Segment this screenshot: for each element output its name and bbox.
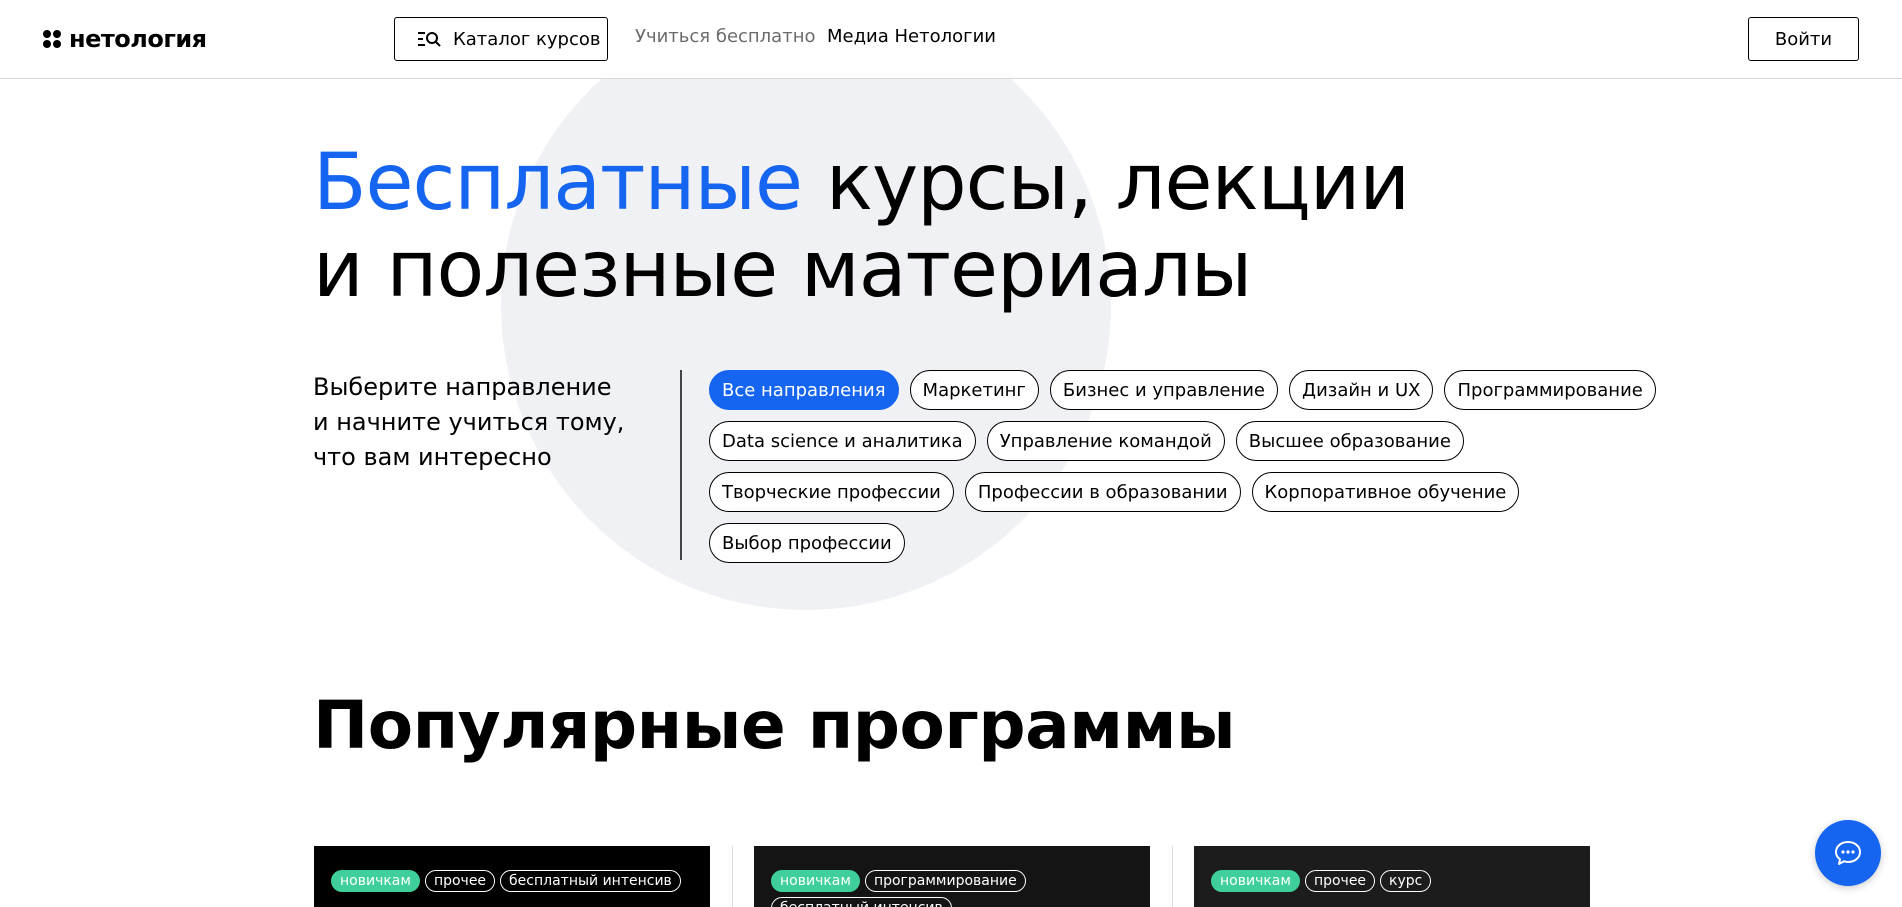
- popular-programs-title: Популярные программы: [313, 687, 1236, 764]
- direction-chip[interactable]: Дизайн и UX: [1289, 370, 1434, 410]
- direction-chip[interactable]: Бизнес и управление: [1049, 370, 1278, 410]
- logo-text: нетология: [69, 25, 207, 53]
- card-tag: бесплатный интенсив: [500, 870, 681, 892]
- direction-chip[interactable]: Творческие профессии: [709, 472, 954, 512]
- program-card[interactable]: новичкам прочее курс: [1194, 846, 1590, 907]
- vertical-divider: [680, 370, 682, 560]
- direction-chip[interactable]: Управление командой: [986, 421, 1225, 461]
- hero-intro-line: что вам интересно: [313, 443, 552, 471]
- card-tag: прочее: [424, 870, 496, 892]
- direction-row: Выбор профессии: [709, 523, 1609, 563]
- direction-chip[interactable]: Профессии в образовании: [964, 472, 1241, 512]
- site-header: нетология Каталог курсов Учиться бесплат…: [0, 0, 1902, 79]
- hero-intro: Выберите направление и начните учиться т…: [313, 370, 653, 475]
- card-separator: [1172, 846, 1173, 907]
- card-tag: новичкам: [331, 870, 420, 892]
- program-card[interactable]: новичкам прочее бесплатный интенсив: [314, 846, 710, 907]
- hero-intro-line: Выберите направление: [313, 373, 612, 401]
- logo[interactable]: нетология: [43, 24, 207, 54]
- card-tag: новичкам: [1211, 870, 1300, 892]
- direction-filters: Все направления Маркетинг Бизнес и управле…: [709, 370, 1656, 574]
- card-tag: новичкам: [771, 870, 860, 892]
- card-tags: новичкам прочее курс: [1211, 870, 1571, 897]
- direction-chip[interactable]: Data science и аналитика: [709, 421, 976, 461]
- catalog-search-icon: [418, 32, 441, 47]
- catalog-button[interactable]: Каталог курсов: [394, 17, 608, 61]
- card-tags: новичкампрограммирование бесплатный интен…: [771, 870, 1131, 907]
- nav-link-free[interactable]: Учиться бесплатно: [635, 26, 815, 47]
- catalog-button-label: Каталог курсов: [453, 28, 601, 50]
- hero-title-rest: курсы, лекции: [802, 138, 1410, 228]
- hero-title-line2: и полезные материалы: [313, 225, 1252, 315]
- hero-intro-line: и начните учиться тому,: [313, 408, 625, 436]
- direction-chip[interactable]: Высшее образование: [1235, 421, 1464, 461]
- card-tags: новичкам прочее бесплатный интенсив: [331, 870, 691, 897]
- direction-chip[interactable]: Выбор профессии: [709, 523, 905, 563]
- direction-chip[interactable]: Все направления: [709, 370, 899, 410]
- card-tag: курс: [1380, 870, 1432, 892]
- direction-chip[interactable]: Маркетинг: [909, 370, 1039, 410]
- direction-row: Все направления Маркетинг Бизнес и управле…: [709, 370, 1656, 410]
- direction-row: Data science и аналитика Управление коман…: [709, 421, 1609, 461]
- hero-title: Бесплатные курсы, лекции и полезные мате…: [313, 138, 1410, 315]
- chat-icon: [1835, 841, 1861, 865]
- hero-title-accent: Бесплатные: [313, 138, 803, 228]
- login-button[interactable]: Войти: [1748, 17, 1859, 61]
- card-tag: бесплатный интенсив: [771, 897, 952, 907]
- direction-chip[interactable]: Программирование: [1444, 370, 1656, 410]
- direction-chip[interactable]: Корпоративное обучение: [1251, 472, 1520, 512]
- program-card[interactable]: новичкампрограммирование бесплатный интен…: [754, 846, 1150, 907]
- direction-row: Творческие профессии Профессии в образова…: [709, 472, 1609, 512]
- card-separator: [732, 846, 733, 907]
- chat-button[interactable]: [1815, 820, 1881, 886]
- card-tag: прочее: [1304, 870, 1376, 892]
- nav-link-media[interactable]: Медиа Нетологии: [827, 26, 996, 47]
- logo-mark-icon: [43, 30, 61, 48]
- card-tag: программирование: [864, 870, 1026, 892]
